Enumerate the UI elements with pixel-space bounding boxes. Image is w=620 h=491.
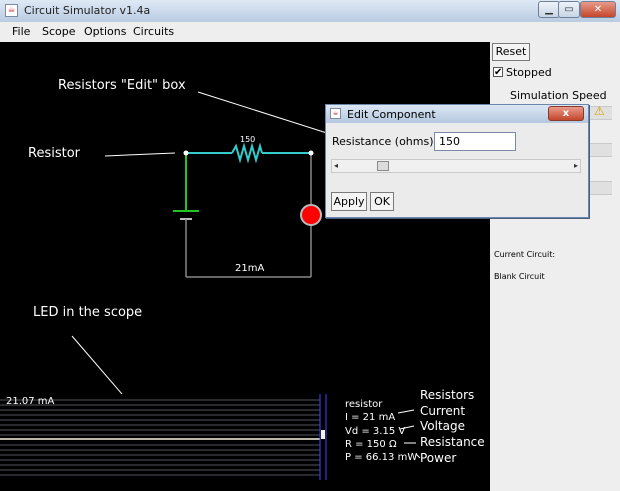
dialog-title-bar[interactable]: ☕ Edit Component x <box>326 105 588 123</box>
edit-box-pointer-line <box>197 91 331 135</box>
scope-info-current: I = 21 mA <box>345 412 396 423</box>
current-circuit-label: Current Circuit: <box>494 250 556 259</box>
minimize-button[interactable]: ▁ <box>538 1 560 18</box>
annotation-edit-box: Resistors "Edit" box <box>58 78 186 93</box>
scope-info-voltage: Vd = 3.15 V <box>345 426 406 437</box>
resistance-scrollbar[interactable]: ◂ ▸ <box>331 159 581 173</box>
annotation-resistor: Resistor <box>28 146 80 161</box>
scope-info-title: resistor <box>345 399 383 410</box>
node-left[interactable] <box>183 150 189 156</box>
annotation-resistance: Resistance <box>420 435 485 449</box>
annotation-voltage: Voltage <box>420 419 466 433</box>
scope-info-resistance: R = 150 Ω <box>345 439 397 450</box>
led-symbol[interactable] <box>300 204 322 226</box>
dialog-title: Edit Component <box>347 108 436 121</box>
window-title: Circuit Simulator v1.4a <box>24 4 151 17</box>
title-bar: ☕ Circuit Simulator v1.4a ▁ ▭ ✕ <box>0 0 620 22</box>
scope-info-power: P = 66.13 mW <box>345 452 418 463</box>
menu-circuits[interactable]: Circuits <box>133 25 174 38</box>
resistor-pointer-line <box>104 152 176 157</box>
warning-icon: ⚠ <box>594 104 605 118</box>
menu-file[interactable]: File <box>12 25 30 38</box>
reset-button[interactable]: Reset <box>492 43 530 61</box>
simulation-speed-label: Simulation Speed <box>510 89 607 102</box>
circuit-name: Blank Circuit <box>494 272 545 281</box>
resistor-symbol[interactable] <box>231 142 263 164</box>
dialog-close-button[interactable]: x <box>548 106 584 121</box>
current-label: 21mA <box>235 263 265 274</box>
menu-options[interactable]: Options <box>84 25 126 38</box>
scope-marker <box>321 430 325 439</box>
resistor-value-label: 150 <box>240 135 256 144</box>
annotation-led-scope: LED in the scope <box>33 305 143 320</box>
resistance-label: Resistance (ohms) <box>332 135 434 148</box>
node-right[interactable] <box>308 150 314 156</box>
annotation-power: Power <box>420 451 457 465</box>
scroll-thumb[interactable] <box>377 161 389 171</box>
menu-bar: File Scope Options Circuits <box>0 22 620 43</box>
scope-max-label: 21.07 mA <box>6 396 55 407</box>
stopped-checkbox[interactable]: ✔ <box>493 67 503 78</box>
stopped-label: Stopped <box>506 66 552 79</box>
edit-component-dialog: ☕ Edit Component x Resistance (ohms) 150… <box>325 104 589 218</box>
dialog-java-icon: ☕ <box>330 108 341 119</box>
apply-button[interactable]: Apply <box>331 192 367 211</box>
scroll-right-arrow-icon[interactable]: ▸ <box>574 160 578 172</box>
menu-scope[interactable]: Scope <box>42 25 76 38</box>
close-button[interactable]: ✕ <box>580 1 616 18</box>
java-app-icon: ☕ <box>5 4 18 17</box>
resistance-input[interactable]: 150 <box>434 132 516 151</box>
annotation-current: Current <box>420 404 466 418</box>
scroll-left-arrow-icon[interactable]: ◂ <box>334 160 338 172</box>
ok-button[interactable]: OK <box>370 192 394 211</box>
annotation-resistors: Resistors <box>420 388 475 402</box>
maximize-button[interactable]: ▭ <box>558 1 580 18</box>
